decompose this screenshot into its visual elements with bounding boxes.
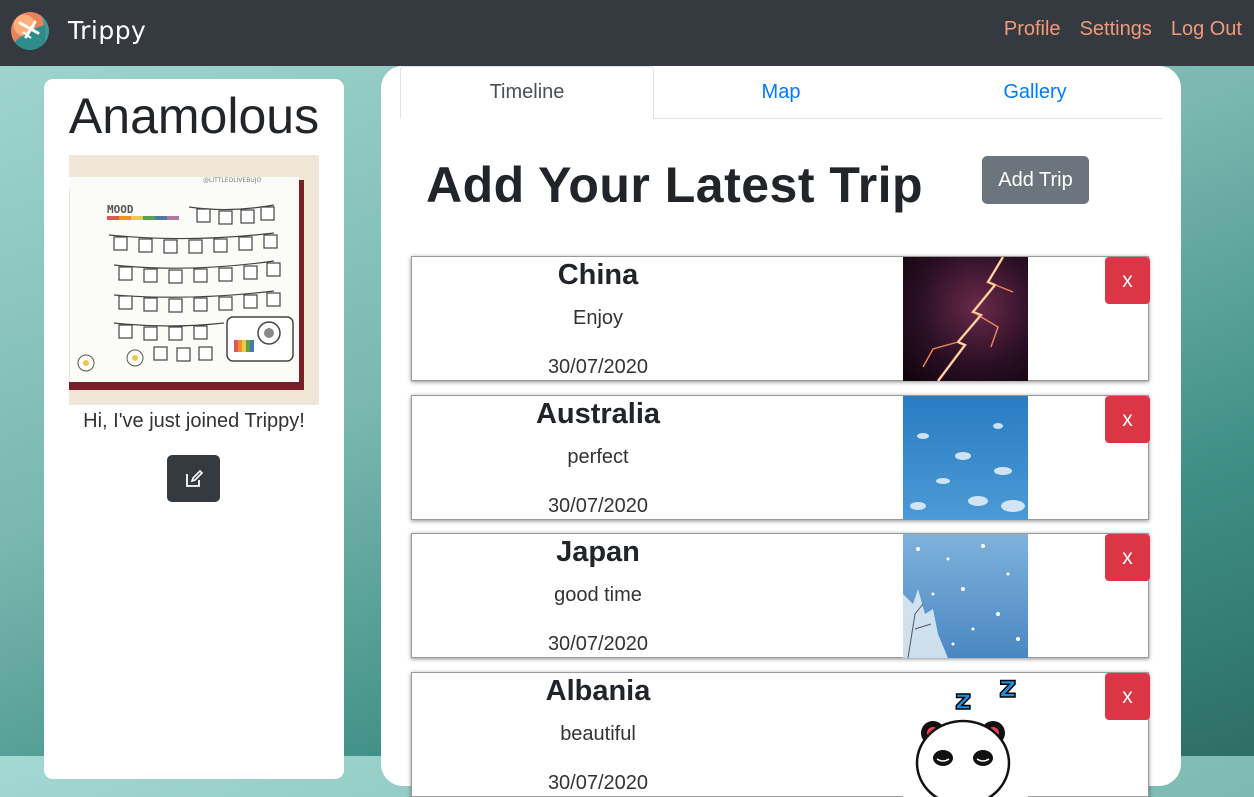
brand-name[interactable]: Trippy <box>68 16 146 45</box>
profile-bio: Hi, I've just joined Trippy! <box>83 410 305 432</box>
trip-name: Albania <box>545 675 651 707</box>
nav-logout-link[interactable]: Log Out <box>1171 18 1242 41</box>
profile-name: Anamolous <box>68 88 320 144</box>
trip-date: 30/07/2020 <box>547 356 649 378</box>
trip-description: Enjoy <box>572 307 624 329</box>
trip-description: perfect <box>567 446 629 468</box>
navbar: Trippy Profile Settings Log Out <box>0 0 1254 66</box>
mood-text: MOOD <box>107 203 134 216</box>
trip-image-snow <box>903 534 1028 658</box>
tab-bar: Timeline Map Gallery <box>400 66 1162 119</box>
trip-date: 30/07/2020 <box>547 495 649 517</box>
nav-links: Profile Settings Log Out <box>1004 18 1242 41</box>
trip-card: Albania beautiful 30/07/2020 z z x <box>411 672 1150 797</box>
profile-avatar-image: MOOD @LITTLEOLIVEBUJO <box>69 155 319 405</box>
edit-profile-button[interactable] <box>167 455 220 502</box>
tab-map[interactable]: Map <box>654 66 908 118</box>
tab-gallery[interactable]: Gallery <box>908 66 1162 118</box>
trip-image-lightning <box>903 257 1028 381</box>
main-card: Timeline Map Gallery Add Your Latest Tri… <box>381 66 1181 797</box>
trip-name: China <box>557 259 639 291</box>
globe-plane-logo-icon[interactable] <box>11 12 49 50</box>
trip-description: beautiful <box>560 723 636 745</box>
trip-date: 30/07/2020 <box>547 633 649 655</box>
nav-settings-link[interactable]: Settings <box>1080 18 1152 41</box>
tab-timeline[interactable]: Timeline <box>400 66 654 119</box>
delete-trip-button[interactable]: x <box>1105 673 1150 720</box>
trip-card: Australia perfect 30/07/2020 x <box>411 395 1150 520</box>
trip-card: China Enjoy 30/07/2020 x <box>411 256 1150 381</box>
trip-image-sky <box>903 396 1028 520</box>
trip-card: Japan good time 30/07/2020 x <box>411 533 1150 658</box>
add-trip-button[interactable]: Add Trip <box>982 156 1089 204</box>
trip-date: 30/07/2020 <box>547 772 649 794</box>
trip-description: good time <box>554 584 642 606</box>
nav-profile-link[interactable]: Profile <box>1004 18 1061 41</box>
delete-trip-button[interactable]: x <box>1105 534 1150 581</box>
profile-card: Anamolous MOOD @LITTLEOLIVEBUJO Hi, I've… <box>44 79 344 779</box>
delete-trip-button[interactable]: x <box>1105 257 1150 304</box>
delete-trip-button[interactable]: x <box>1105 396 1150 443</box>
trip-name: Australia <box>535 398 661 430</box>
svg-text:z: z <box>955 683 971 716</box>
watermark-text: @LITTLEOLIVEBUJO <box>203 177 261 184</box>
trip-image-sleeping-panda: z z <box>903 673 1028 797</box>
trip-name: Japan <box>556 536 640 568</box>
page-title: Add Your Latest Trip <box>426 157 924 213</box>
edit-icon <box>185 469 203 487</box>
svg-text:z: z <box>999 673 1016 705</box>
